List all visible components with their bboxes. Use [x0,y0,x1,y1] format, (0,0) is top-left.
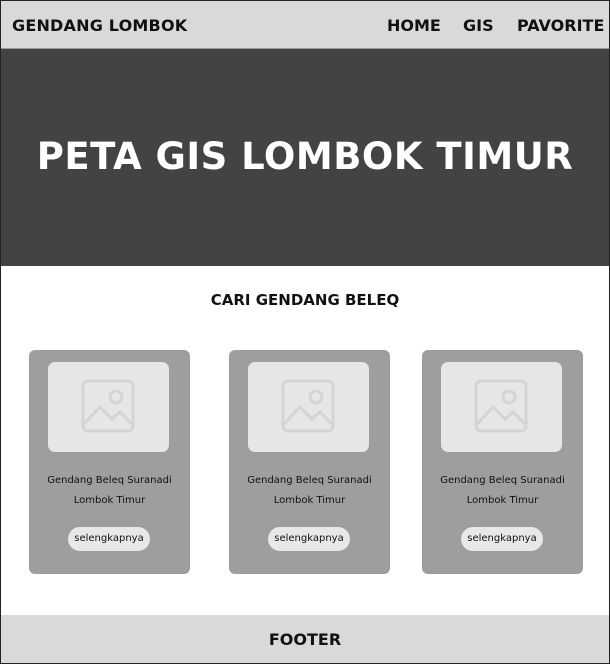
details-button[interactable]: selengkapnya [268,527,350,551]
card-title-line1: Gendang Beleq Suranadi [440,475,565,486]
nav-link-pavorite[interactable]: PAVORITE [517,16,604,35]
footer-text: FOOTER [268,630,342,649]
card-title-line1: Gendang Beleq Suranadi [247,475,372,486]
footer: FOOTER [1,615,609,663]
result-card: Gendang Beleq Suranadi Lombok Timur sele… [422,350,583,574]
image-placeholder-icon [474,379,528,433]
nav-link-gis[interactable]: GIS [463,16,494,35]
card-image-placeholder [441,362,562,452]
hero-banner: PETA GIS LOMBOK TIMUR [1,49,609,266]
card-image-placeholder [248,362,369,452]
image-placeholder-icon [281,379,335,433]
navbar: GENDANG LOMBOK HOME GIS PAVORITE [1,1,609,49]
result-card: Gendang Beleq Suranadi Lombok Timur sele… [29,350,190,574]
hero-title: PETA GIS LOMBOK TIMUR [36,135,574,178]
card-image-placeholder [48,362,169,452]
card-title-line2: Lombok Timur [466,495,539,506]
image-placeholder-icon [81,379,135,433]
card-title-line2: Lombok Timur [273,495,346,506]
brand-logo-text[interactable]: GENDANG LOMBOK [12,16,187,35]
section-title: CARI GENDANG BELEQ [210,291,400,309]
result-card: Gendang Beleq Suranadi Lombok Timur sele… [229,350,390,574]
nav-link-home[interactable]: HOME [387,16,441,35]
details-button[interactable]: selengkapnya [68,527,150,551]
details-button[interactable]: selengkapnya [461,527,543,551]
card-title-line2: Lombok Timur [73,495,146,506]
card-title-line1: Gendang Beleq Suranadi [47,475,172,486]
